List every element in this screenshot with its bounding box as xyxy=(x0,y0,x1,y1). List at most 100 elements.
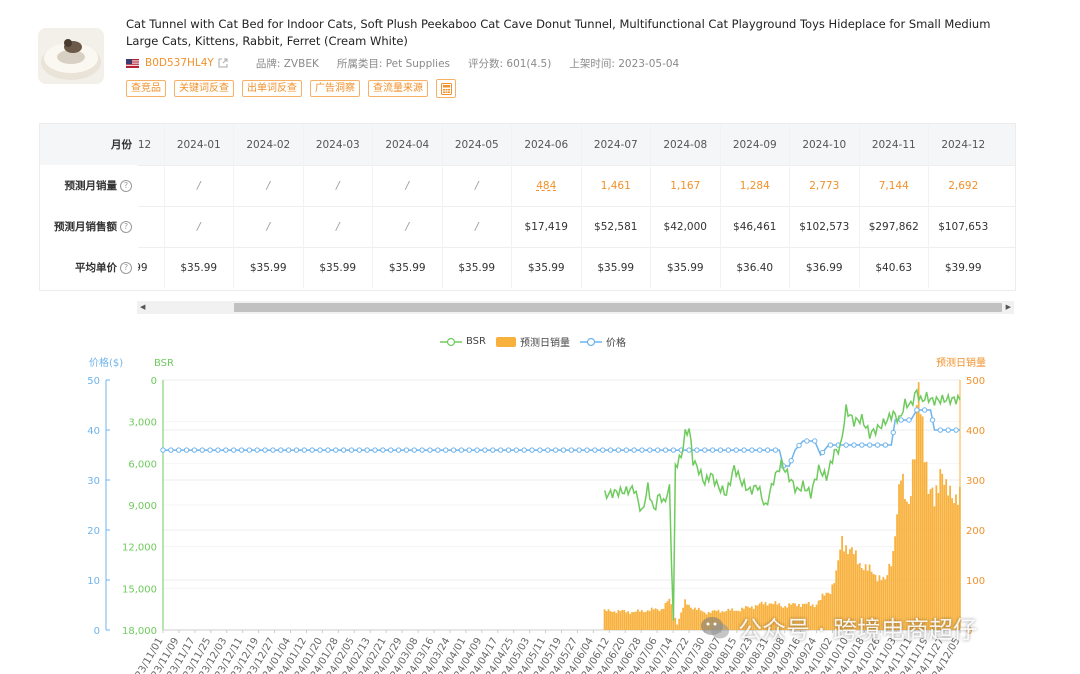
legend-price[interactable]: 价格 xyxy=(579,334,626,349)
price-point xyxy=(639,447,645,453)
month-cell: 2024-02 xyxy=(233,124,303,165)
sales-bar xyxy=(656,609,659,630)
tag-competitors[interactable]: 查竞品 xyxy=(126,80,166,97)
tag-keyword-reverse[interactable]: 关键词反查 xyxy=(174,80,234,97)
price-point xyxy=(340,447,347,453)
help-icon[interactable]: ? xyxy=(120,220,132,233)
price-point xyxy=(733,447,739,453)
scroll-left-icon[interactable]: ◀ xyxy=(140,303,145,311)
sales-cell[interactable]: 2,692 xyxy=(928,165,998,206)
price-point xyxy=(285,447,292,453)
sales-tick-label: 400 xyxy=(966,426,985,437)
price-point xyxy=(223,447,229,453)
sales-bar xyxy=(694,607,696,630)
product-title[interactable]: Cat Tunnel with Cat Bed for Indoor Cats,… xyxy=(126,16,1026,50)
help-icon[interactable]: ? xyxy=(120,179,132,192)
sales-bar xyxy=(625,612,628,630)
price-point xyxy=(898,417,904,423)
price-point xyxy=(325,447,331,453)
sales-bar xyxy=(690,607,692,630)
sales-bar xyxy=(637,609,639,630)
price-point xyxy=(380,447,386,453)
price-point xyxy=(647,447,653,453)
price-point xyxy=(364,447,370,453)
price-tick-label: 40 xyxy=(87,426,100,437)
sales-bar xyxy=(639,611,641,630)
bsr-tick-label: 6,000 xyxy=(128,459,157,470)
price-point xyxy=(568,447,575,453)
product-meta: B0D537HL4Y 品牌: ZVBEK 所属类目: Pet Supplies … xyxy=(126,56,679,70)
sales-bar xyxy=(900,480,902,630)
price-point xyxy=(843,442,849,448)
price-point xyxy=(238,447,245,453)
tag-order-keyword-reverse[interactable]: 出单词反查 xyxy=(242,80,302,97)
product-image[interactable] xyxy=(38,28,104,84)
sales-bar xyxy=(660,609,663,630)
sales-cell[interactable]: 2,773 xyxy=(789,165,859,206)
price-point xyxy=(686,447,692,453)
price-line-icon xyxy=(579,337,602,346)
price-cell: $35.99 xyxy=(580,247,651,288)
price-point xyxy=(458,447,465,453)
price-point xyxy=(270,447,276,453)
month-cell: 2024-09 xyxy=(719,124,790,165)
sales-cell[interactable]: 484 xyxy=(511,165,581,206)
price-point xyxy=(560,447,567,453)
price-point xyxy=(788,457,794,464)
price-point xyxy=(388,447,394,453)
month-cell: 2024-01 xyxy=(163,124,234,165)
price-point xyxy=(497,447,504,453)
table-horizontal-scrollbar[interactable]: ◀ ▶ xyxy=(137,301,1014,314)
scroll-right-icon[interactable]: ▶ xyxy=(1006,303,1011,311)
tag-ad-insight[interactable]: 广告洞察 xyxy=(310,80,360,97)
bsr-axis-title: BSR xyxy=(154,358,174,369)
tag-traffic-source[interactable]: 查流量来源 xyxy=(368,80,428,97)
bar-swatch-icon xyxy=(495,336,516,347)
sales-bar xyxy=(609,611,612,630)
price-point xyxy=(702,447,708,453)
sales-bar xyxy=(646,610,649,630)
revenue-cell: / xyxy=(441,206,512,247)
legend-daily-sales[interactable]: 预测日销量 xyxy=(495,334,570,349)
sales-bar xyxy=(668,598,671,630)
asin-link[interactable]: B0D537HL4Y xyxy=(145,57,214,69)
sales-bar xyxy=(949,485,951,630)
price-point xyxy=(529,447,535,453)
price-point xyxy=(937,427,944,433)
scrollbar-thumb[interactable] xyxy=(234,303,1002,312)
table-scroll-area[interactable]: 2023-122024-012024-022024-032024-042024-… xyxy=(138,124,1015,290)
revenue-cell: / xyxy=(138,206,164,247)
month-cell: 2024-07 xyxy=(580,124,651,165)
price-point xyxy=(914,407,920,413)
sales-bar xyxy=(670,604,673,630)
revenue-cell: / xyxy=(372,206,442,247)
price-axis-title: 价格($) xyxy=(89,356,123,369)
month-cell: 2024-05 xyxy=(441,124,512,165)
legend-bsr[interactable]: BSR xyxy=(440,336,486,347)
month-cell: 2024-10 xyxy=(789,124,859,165)
sales-cell[interactable]: 1,167 xyxy=(650,165,720,206)
price-point xyxy=(435,447,441,453)
price-point xyxy=(474,447,480,453)
help-icon[interactable]: ? xyxy=(120,261,132,274)
price-point xyxy=(450,447,457,453)
price-point xyxy=(631,447,637,453)
sales-cell[interactable]: 1,461 xyxy=(580,165,651,206)
sales-bar xyxy=(613,611,616,630)
header-avg-price: 平均单价? xyxy=(40,247,138,288)
sales-tick-label: 100 xyxy=(966,576,985,587)
sales-bar xyxy=(607,609,610,630)
sales-bar xyxy=(621,609,624,630)
price-point xyxy=(717,447,724,453)
external-link-icon[interactable] xyxy=(218,58,228,68)
price-point xyxy=(309,447,315,453)
revenue-cell: / xyxy=(302,206,373,247)
price-point xyxy=(254,447,260,453)
sales-bar xyxy=(913,459,916,630)
sales-cell[interactable]: 1,284 xyxy=(719,165,790,206)
sales-bar xyxy=(931,487,934,630)
sales-cell[interactable]: 7,144 xyxy=(858,165,929,206)
sales-bar xyxy=(652,609,655,630)
calculator-button[interactable] xyxy=(436,79,456,98)
sales-cell: / xyxy=(441,165,512,206)
